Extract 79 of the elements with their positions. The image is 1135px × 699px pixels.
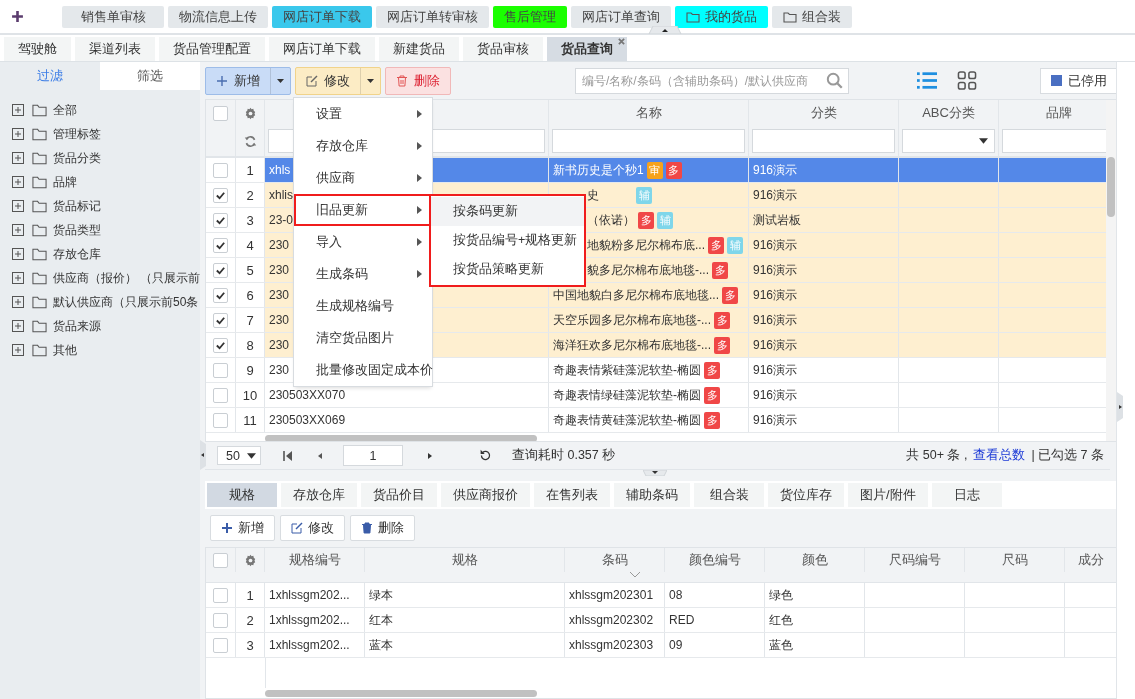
row-number: 6 xyxy=(246,287,254,303)
table-cell: 蓝色 xyxy=(769,636,793,654)
row-number: 3 xyxy=(246,212,254,228)
row-number: 1 xyxy=(246,162,254,178)
tag: 多 xyxy=(704,411,720,429)
table-cell: 916演示 xyxy=(753,411,798,429)
table-cell: xhlssgm202303 xyxy=(569,638,654,652)
table-cell: 绿色 xyxy=(769,586,793,604)
table-cell: 绿本 xyxy=(369,586,393,604)
table-cell: 红色 xyxy=(769,611,793,629)
table-cell: 230 xyxy=(269,313,290,327)
table-cell: 916演示 xyxy=(753,186,798,204)
row-number: 2 xyxy=(246,187,254,203)
table-cell: （依诺） xyxy=(587,211,635,229)
table-cell: 测试岩板 xyxy=(753,211,801,229)
table-cell: 中国地貌白多尼尔棉布底地毯... xyxy=(553,286,719,304)
row-number: 7 xyxy=(246,312,254,328)
tag: 多 xyxy=(714,311,730,329)
tag: 多 xyxy=(708,236,724,254)
table-cell: xhlssgm202302 xyxy=(569,613,654,627)
table-cell: 230 xyxy=(269,263,290,277)
table-cell: 23-0 xyxy=(269,213,294,227)
table-cell: 奇趣表情绿硅藻泥软垫-椭圆 xyxy=(553,386,701,404)
table-cell: 天空乐园多尼尔棉布底地毯-... xyxy=(553,311,711,329)
tag: 多 xyxy=(714,336,730,354)
checked-count: | 已勾选 7 条 xyxy=(1031,447,1104,464)
table-cell: RED xyxy=(669,613,695,627)
tag: 多 xyxy=(704,386,720,404)
table-cell: 230 xyxy=(269,363,290,377)
row-number: 8 xyxy=(246,337,254,353)
tag: 多 xyxy=(704,361,720,379)
row-number: 11 xyxy=(243,412,257,428)
table-cell: 230 xyxy=(269,338,290,352)
table-cell: xhlssgm202301 xyxy=(569,588,654,602)
table-cell-text: 史 xyxy=(587,186,600,204)
row-number: 5 xyxy=(246,262,254,278)
tag: 辅 xyxy=(636,186,652,204)
tag: 审 xyxy=(646,161,663,179)
table-cell: 1xhlssgm202... xyxy=(269,638,350,652)
row-number: 1 xyxy=(246,587,254,603)
table-cell: 916演示 xyxy=(753,236,798,254)
table-cell: 1xhlssgm202... xyxy=(269,613,350,627)
table-cell: 916演示 xyxy=(753,361,798,379)
table-cell: xhlis xyxy=(269,188,293,202)
row-number: 2 xyxy=(246,612,254,628)
tag: 辅 xyxy=(727,236,743,254)
table-cell: 08 xyxy=(669,588,683,602)
tag: 多 xyxy=(638,211,654,229)
table-cell: 916演示 xyxy=(753,386,798,404)
table-cell: 916演示 xyxy=(753,261,798,279)
table-cell: 奇趣表情黄硅藻泥软垫-椭圆 xyxy=(553,411,701,429)
table-cell: 916演示 xyxy=(753,311,798,329)
table-cell: 蓝本 xyxy=(369,636,393,654)
table-cell: 新书历史是个秒1 xyxy=(553,161,644,179)
table-cell: xhls xyxy=(269,163,291,177)
table-cell: 09 xyxy=(669,638,683,652)
row-number: 3 xyxy=(246,637,254,653)
table-cell: 230 xyxy=(269,288,290,302)
table-cell: 916演示 xyxy=(753,161,798,179)
tag: 多 xyxy=(722,286,738,304)
row-number: 10 xyxy=(242,387,258,403)
row-number: 9 xyxy=(246,362,254,378)
table-cell: 貌多尼尔棉布底地毯-... xyxy=(587,261,709,279)
tag: 多 xyxy=(665,161,682,179)
table-cell: 230503XX070 xyxy=(269,388,346,402)
tag: 辅 xyxy=(657,211,673,229)
table-cell: 奇趣表情紫硅藻泥软垫-椭圆 xyxy=(553,361,701,379)
table-cell: 海洋狂欢多尼尔棉布底地毯-... xyxy=(553,336,711,354)
table-cell: 地貌粉多尼尔棉布底... xyxy=(587,236,705,254)
table-cell: 230503XX069 xyxy=(269,413,346,427)
table-cell: 1xhlssgm202... xyxy=(269,588,350,602)
table-cell: 916演示 xyxy=(753,286,798,304)
table-cell: 230 xyxy=(269,238,290,252)
tag: 多 xyxy=(712,261,728,279)
total-count: 共 50+ 条 , xyxy=(906,447,968,464)
query-time: 查询耗时 0.357 秒 xyxy=(512,447,616,464)
row-number: 4 xyxy=(246,237,254,253)
table-cell: 916演示 xyxy=(753,336,798,354)
table-cell: 红本 xyxy=(369,611,393,629)
